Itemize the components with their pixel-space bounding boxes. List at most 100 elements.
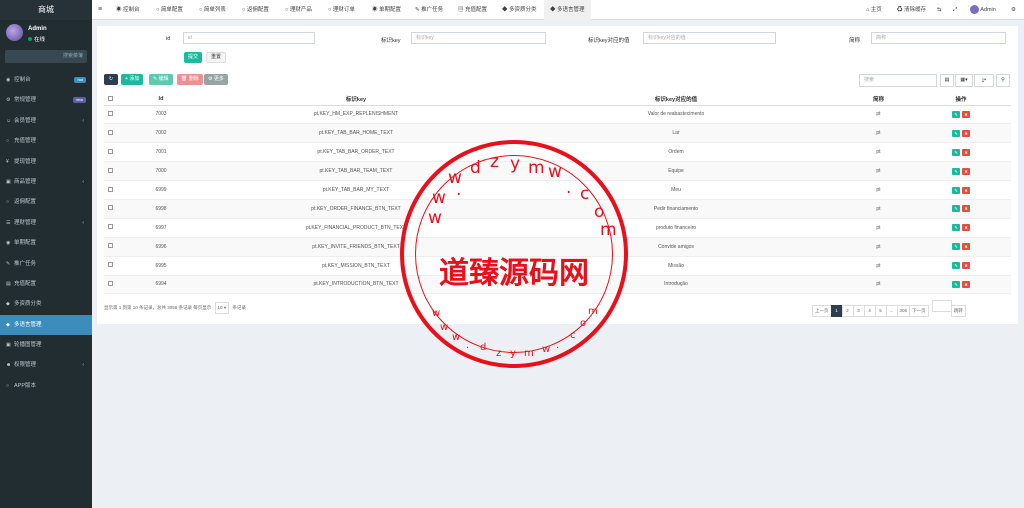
page-button[interactable]: 306	[896, 305, 911, 317]
sidebar-item-category[interactable]: ◆ 多资质分类	[0, 294, 92, 314]
row-checkbox[interactable]	[104, 199, 116, 219]
row-checkbox[interactable]	[104, 123, 116, 144]
filter-key-input[interactable]: 标识key	[411, 32, 546, 44]
export-dropdown-icon[interactable]: ⤓▾	[974, 74, 994, 87]
sidebar-item-general[interactable]: ⚙ 常规管理 new	[0, 90, 92, 110]
fullscreen-icon[interactable]: ⤢	[953, 0, 957, 20]
edit-row-icon[interactable]: ✎	[952, 205, 960, 213]
row-checkbox[interactable]	[104, 275, 116, 295]
home-link[interactable]: ⌂ 主页	[866, 0, 882, 20]
sidebar-item-withdraw[interactable]: ¥ 提现管理	[0, 152, 92, 172]
row-checkbox[interactable]	[104, 237, 116, 257]
delete-row-icon[interactable]: ✖	[962, 186, 970, 194]
columns-dropdown-icon[interactable]: ▦▾	[955, 74, 973, 87]
table-row[interactable]: 7000 pt.KEY_TAB_BAR_TEAM_TEXT Equipe pt ✎ ✖	[104, 161, 1011, 182]
table-row[interactable]: 6997 pt.KEY_FINANCIAL_PRODUCT_BTN_TEXT pro…	[104, 218, 1011, 238]
tab-simple-config[interactable]: ○ 简单配置	[156, 0, 183, 20]
table-row[interactable]: 6994 pt.KEY_INTRODUCTION_BTN_TEXT Introduç…	[104, 275, 1011, 295]
sidebar-item-finance[interactable]: ☰ 理财管理 ‹	[0, 213, 92, 233]
tab-finance-product[interactable]: ○ 理财产品	[285, 0, 312, 20]
edit-row-icon[interactable]: ✎	[952, 262, 960, 270]
row-checkbox[interactable]	[104, 142, 116, 163]
table-row[interactable]: 6995 pt.KEY_MISSION_BTN_TEXT Missão pt ✎ ✖	[104, 256, 1011, 276]
delete-row-icon[interactable]: ✖	[962, 224, 970, 232]
edit-row-icon[interactable]: ✎	[952, 110, 960, 118]
jump-page-input[interactable]	[931, 300, 952, 312]
tab-finance-order[interactable]: ○ 理财订单	[328, 0, 355, 20]
delete-row-icon[interactable]: ✖	[962, 243, 970, 251]
edit-row-icon[interactable]: ✎	[952, 148, 960, 156]
settings-gear-icon[interactable]: ⚙	[1011, 0, 1016, 20]
sidebar-search-input[interactable]: 搜索菜单 ⚲	[5, 50, 87, 63]
translate-icon[interactable]: ⇆	[937, 0, 942, 20]
sidebar-item-carousel[interactable]: ▣ 轮播图管理	[0, 335, 92, 355]
tab-dashboard[interactable]: ◉ 控制台	[116, 0, 140, 20]
row-checkbox[interactable]	[104, 256, 116, 276]
col-key-header[interactable]: 标识key	[206, 94, 506, 106]
prev-page-button[interactable]: 上一页	[812, 305, 832, 317]
table-row[interactable]: 6998 pt.KEY_ORDER_FINANCE_BTN_TEXT Pedir f…	[104, 199, 1011, 219]
sidebar-item-members[interactable]: ☺ 会员管理 ‹	[0, 111, 92, 131]
toggle-view-icon[interactable]: ▤	[940, 74, 954, 87]
row-checkbox[interactable]	[104, 105, 116, 125]
next-page-button[interactable]: 下一页	[909, 305, 929, 317]
edit-row-icon[interactable]: ✎	[952, 129, 960, 137]
tab-recharge-config[interactable]: ▤ 充值配置	[458, 0, 487, 20]
filter-short-input[interactable]: 简称	[871, 32, 1006, 44]
tab-category[interactable]: ◆ 多资质分类	[502, 0, 537, 20]
sidebar-item-goods[interactable]: ▣ 商品管理 ‹	[0, 172, 92, 192]
filter-value-input[interactable]: 标识key对应的值	[643, 32, 776, 44]
reset-button[interactable]: 重置	[206, 52, 227, 63]
row-checkbox[interactable]	[104, 180, 116, 200]
sidebar-item-recharge[interactable]: ○ 充值管理	[0, 131, 92, 151]
sidebar-item-recharge-config[interactable]: ▤ 充值配置	[0, 274, 92, 294]
sidebar-item-dashboard[interactable]: ◉ 控制台 hot	[0, 70, 92, 90]
delete-row-icon[interactable]: ✖	[962, 110, 970, 118]
tab-rebate[interactable]: ○ 返佣配置	[242, 0, 269, 20]
table-row[interactable]: 6999 pt.KEY_TAB_BAR_MY_TEXT Meu pt ✎ ✖	[104, 180, 1011, 200]
edit-button[interactable]: ✎ 编辑	[149, 74, 173, 85]
delete-row-icon[interactable]: ✖	[962, 262, 970, 270]
menu-toggle-icon[interactable]: ≡	[98, 0, 102, 20]
table-row[interactable]: 7001 pt.KEY_TAB_BAR_ORDER_TEXT Ordem pt ✎ ✖	[104, 142, 1011, 163]
submit-button[interactable]: 提交	[184, 52, 203, 63]
tab-single-config[interactable]: ◉ 单期配置	[372, 0, 401, 20]
edit-row-icon[interactable]: ✎	[952, 186, 960, 194]
sidebar-item-permission[interactable]: ☻ 权限管理 ‹	[0, 355, 92, 375]
sidebar-item-rebate[interactable]: ○ 返佣配置	[0, 192, 92, 212]
row-checkbox[interactable]	[104, 161, 116, 182]
table-row[interactable]: 6996 pt.KEY_INVITE_FRIENDS_BTN_TEXT Convid…	[104, 237, 1011, 257]
edit-row-icon[interactable]: ✎	[952, 243, 960, 251]
clear-cache-link[interactable]: ♻ 清除缓存	[897, 0, 926, 20]
edit-row-icon[interactable]: ✎	[952, 280, 960, 288]
tab-language[interactable]: ◆ 多语言管理	[544, 0, 591, 20]
sidebar-item-app[interactable]: ○ APP版本	[0, 376, 92, 396]
app-logo[interactable]: 商城	[0, 0, 92, 20]
col-value-header[interactable]: 标识key对应的值	[506, 94, 846, 106]
filter-id-input[interactable]: id	[183, 32, 315, 44]
sidebar-item-single[interactable]: ◉ 单期配置	[0, 233, 92, 253]
more-button[interactable]: ⚙ 更多	[204, 74, 228, 85]
table-row[interactable]: 7003 pt.KEY_HM_EXP_REPLENISHMENT Valor de …	[104, 105, 1011, 125]
col-id-header[interactable]: Id	[116, 94, 206, 106]
sidebar-item-language[interactable]: ◆ 多语言管理	[0, 314, 92, 336]
tab-simple-list[interactable]: ○ 简单列表	[199, 0, 226, 20]
table-search-input[interactable]: 搜索	[859, 74, 937, 87]
tab-promo[interactable]: ✎ 推广任务	[415, 0, 443, 20]
page-size-select[interactable]: 10 ▾	[214, 302, 230, 314]
edit-row-icon[interactable]: ✎	[952, 167, 960, 175]
col-short-header[interactable]: 简称	[846, 94, 911, 106]
select-all-checkbox[interactable]	[104, 94, 116, 106]
row-checkbox[interactable]	[104, 218, 116, 238]
delete-button[interactable]: 🗑 删除	[177, 74, 203, 85]
advanced-search-icon[interactable]: ⚲	[996, 74, 1010, 87]
user-menu[interactable]: Admin	[970, 0, 996, 20]
refresh-button[interactable]: ↻	[104, 74, 118, 85]
delete-row-icon[interactable]: ✖	[962, 280, 970, 288]
delete-row-icon[interactable]: ✖	[962, 148, 970, 156]
delete-row-icon[interactable]: ✖	[962, 167, 970, 175]
delete-row-icon[interactable]: ✖	[962, 129, 970, 137]
delete-row-icon[interactable]: ✖	[962, 205, 970, 213]
jump-button[interactable]: 跳转	[950, 305, 966, 317]
sidebar-item-promo[interactable]: ✎ 推广任务	[0, 254, 92, 274]
